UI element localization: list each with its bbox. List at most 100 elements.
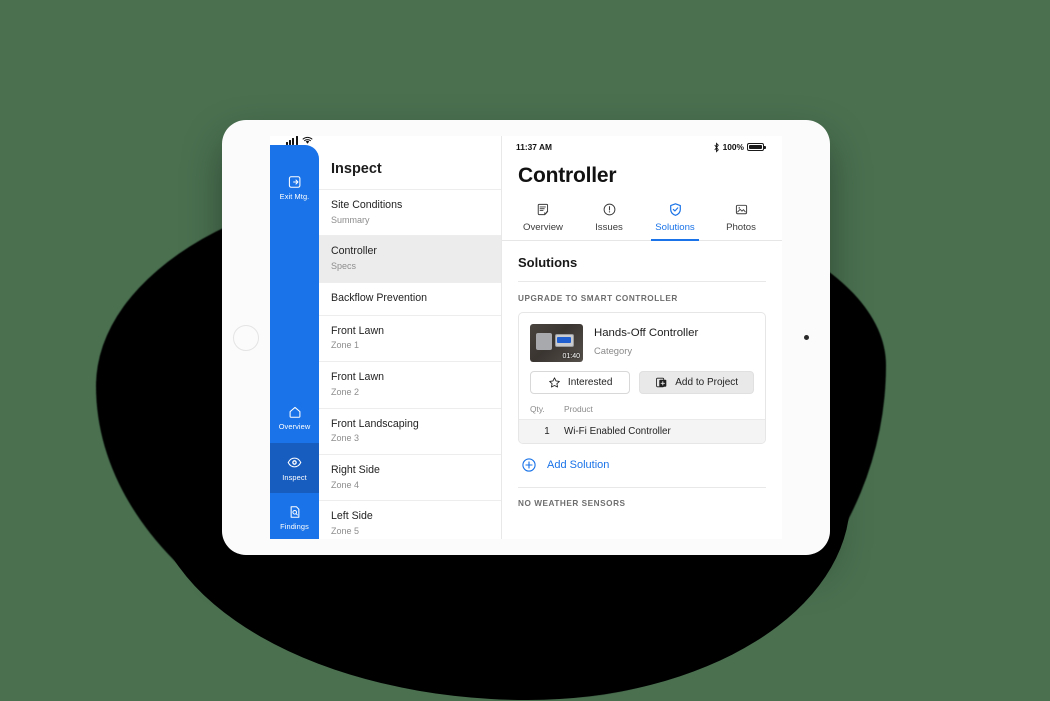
page-title: Controller: [518, 164, 617, 187]
inspect-list: Inspect Site Conditions Summary Controll…: [319, 145, 501, 539]
status-bar-right: 11:37 AM 100%: [502, 136, 782, 158]
list-item[interactable]: Front Lawn Zone 2: [319, 361, 501, 407]
group-kicker-upgrade: UPGRADE TO SMART CONTROLLER: [518, 294, 678, 303]
list-item-title: Backflow Prevention: [331, 291, 427, 304]
thumbnail-screen-shape: [557, 337, 571, 343]
tab-label-overview: Overview: [523, 222, 563, 233]
plus-circle-icon: [522, 458, 536, 472]
list-item[interactable]: Backflow Prevention: [319, 281, 501, 315]
solution-card-meta: Hands-Off Controller Category: [594, 324, 698, 362]
table-row[interactable]: 1 Wi-Fi Enabled Controller: [519, 419, 765, 443]
list-item-title: Controller: [331, 245, 377, 258]
left-pane: Exit Mtg. Overview Inspect Findings Insp…: [270, 136, 502, 539]
left-pane-body: Exit Mtg. Overview Inspect Findings Insp…: [270, 145, 501, 539]
device-right-bezel: [782, 120, 830, 555]
exclamation-circle-icon: [603, 203, 615, 216]
cellular-signal-icon: [286, 136, 298, 145]
product-name: Hands-Off Controller: [594, 327, 699, 339]
solution-card-actions: Interested Add to Project: [519, 371, 765, 404]
tab-overview[interactable]: Overview: [510, 198, 576, 240]
list-item-controller[interactable]: Controller Specs: [319, 235, 501, 282]
list-item-subtitle: Zone 1: [331, 340, 360, 351]
rail-item-exit-mtg[interactable]: Exit Mtg.: [270, 163, 319, 213]
eye-icon: [287, 457, 302, 468]
rail-bottom-group: Overview Inspect Findings: [270, 393, 319, 539]
cell-product: Wi-Fi Enabled Controller: [564, 426, 671, 437]
battery-percent: 100%: [722, 142, 744, 152]
navigation-rail: Exit Mtg. Overview Inspect Findings: [270, 145, 319, 539]
findings-icon: [290, 506, 299, 519]
inspect-list-title: Inspect: [331, 161, 382, 177]
group-kicker-no-weather-sensors: NO WEATHER SENSORS: [518, 499, 626, 508]
home-icon: [289, 407, 300, 419]
thumbnail-device-shape: [536, 333, 552, 350]
exit-icon: [288, 176, 300, 188]
rail-label-findings: Findings: [280, 522, 309, 532]
rail-item-findings[interactable]: Findings: [270, 493, 319, 539]
list-item-subtitle: Zone 4: [331, 479, 360, 490]
tab-label-issues: Issues: [595, 222, 623, 233]
cell-qty: 1: [544, 426, 550, 437]
add-to-project-button[interactable]: Add to Project: [639, 371, 754, 394]
solutions-content: Solutions UPGRADE TO SMART CONTROLLER 01…: [502, 241, 782, 539]
list-item[interactable]: Right Side Zone 4: [319, 454, 501, 500]
add-to-project-label: Add to Project: [675, 377, 739, 388]
list-item[interactable]: Left Side Zone 5: [319, 500, 501, 539]
interested-label: Interested: [567, 377, 613, 388]
list-item-subtitle: Specs: [331, 261, 357, 272]
rail-item-inspect[interactable]: Inspect: [270, 443, 319, 494]
status-time: 11:37 AM: [516, 142, 552, 152]
section-title-solutions: Solutions: [518, 241, 766, 282]
list-item-subtitle: Zone 3: [331, 433, 360, 444]
tab-label-solutions: Solutions: [655, 222, 695, 233]
video-thumbnail[interactable]: 01:40: [530, 324, 583, 362]
tab-label-photos: Photos: [726, 222, 756, 233]
solution-card-header: 01:40 Hands-Off Controller Category: [519, 313, 765, 371]
list-item-title: Site Conditions: [331, 199, 403, 211]
rail-label-overview: Overview: [278, 422, 311, 432]
tab-photos[interactable]: Photos: [708, 198, 774, 240]
front-camera-icon: [803, 335, 809, 340]
product-table-header: Qty. Product: [519, 404, 765, 419]
shield-check-icon: [669, 203, 681, 216]
column-header-qty: Qty.: [530, 404, 545, 414]
add-to-stack-icon: [656, 377, 667, 388]
list-item-title: Front Lawn: [331, 324, 384, 337]
rail-top-group: Exit Mtg.: [270, 145, 319, 213]
home-button[interactable]: [233, 324, 259, 351]
device-left-bezel: [222, 120, 270, 555]
tablet-screen: Exit Mtg. Overview Inspect Findings Insp…: [270, 136, 782, 539]
tab-solutions[interactable]: Solutions: [642, 198, 708, 241]
add-solution-label: Add Solution: [547, 459, 610, 471]
clipboard-check-icon: [537, 203, 548, 216]
detail-tabs: Overview Issues Solutions Photos: [502, 198, 782, 241]
list-item-title: Right Side: [331, 464, 380, 477]
list-item[interactable]: Site Conditions Summary: [319, 189, 501, 235]
battery-full-icon: [747, 143, 766, 151]
rail-item-overview[interactable]: Overview: [270, 393, 319, 443]
star-icon: [549, 377, 560, 388]
photo-icon: [735, 204, 747, 215]
column-header-product: Product: [564, 404, 593, 414]
detail-pane: 11:37 AM 100% Controller Overview Issues…: [502, 136, 782, 539]
list-item-title: Front Lawn: [331, 371, 384, 384]
list-item-title: Front Landscaping: [331, 417, 419, 430]
bluetooth-icon: [713, 141, 719, 153]
add-solution-button[interactable]: Add Solution: [518, 444, 766, 487]
list-item-subtitle: Summary: [331, 214, 370, 225]
list-item-title: Left Side: [331, 510, 373, 523]
tablet-device-frame: Exit Mtg. Overview Inspect Findings Insp…: [222, 120, 830, 555]
wifi-icon: [302, 136, 313, 144]
interested-button[interactable]: Interested: [530, 371, 631, 394]
product-category: Category: [594, 344, 633, 356]
solution-card: 01:40 Hands-Off Controller Category Inte…: [518, 312, 766, 444]
tab-issues[interactable]: Issues: [576, 198, 642, 240]
status-bar-left: [270, 136, 501, 145]
video-duration: 01:40: [562, 353, 580, 360]
status-battery-group: 100%: [713, 141, 766, 153]
list-item-subtitle: Zone 2: [331, 386, 360, 397]
rail-label-exit-mtg: Exit Mtg.: [279, 192, 310, 201]
list-item[interactable]: Front Landscaping Zone 3: [319, 407, 501, 454]
list-item[interactable]: Front Lawn Zone 1: [319, 314, 501, 361]
rail-label-inspect: Inspect: [282, 472, 307, 482]
